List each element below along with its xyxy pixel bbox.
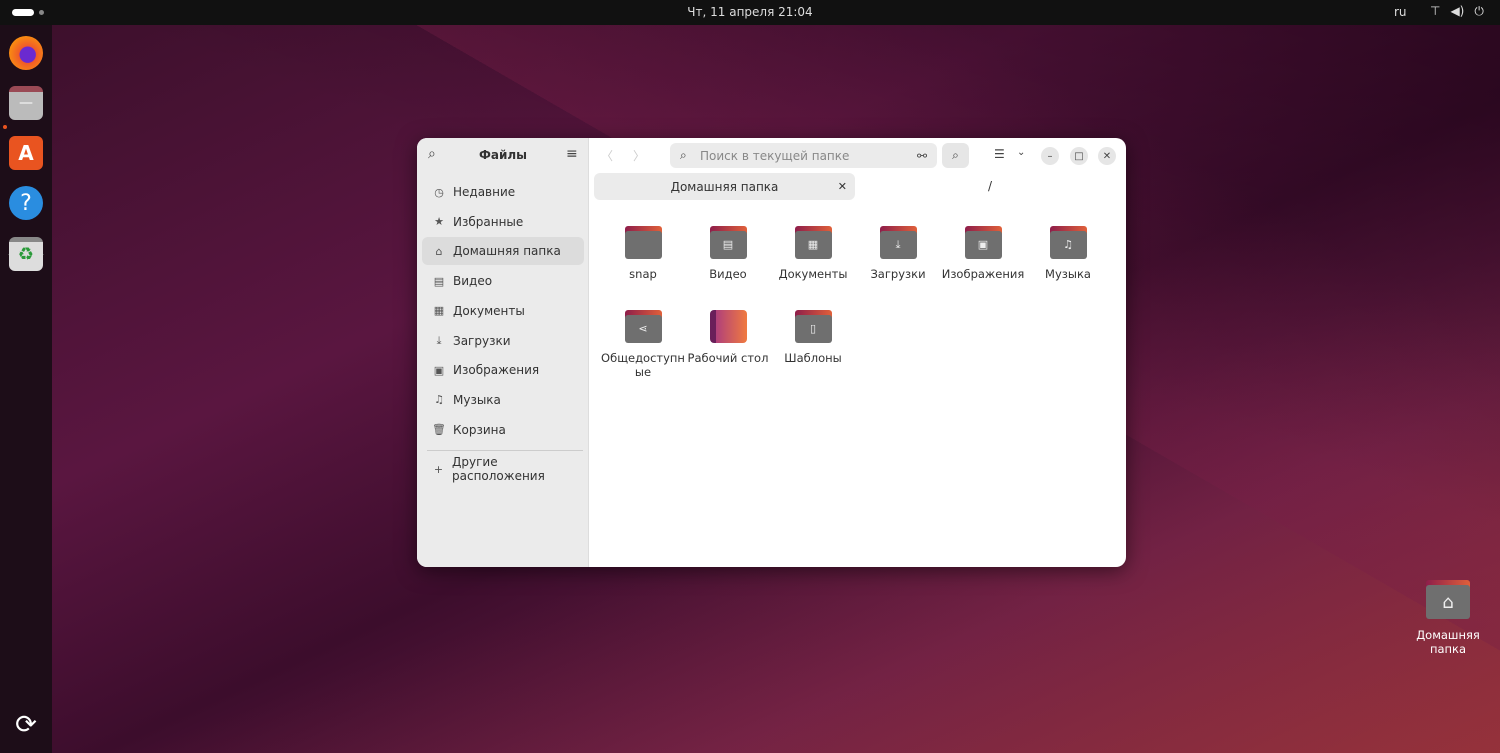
close-button[interactable]: ✕	[1098, 147, 1116, 165]
files-window: ⌕ Файлы ≡ ◷ Недавние ★ Избранные ⌂ Домашняя п…	[417, 138, 1126, 567]
filter-icon[interactable]: ⚯	[917, 149, 927, 163]
search-input[interactable]: ⌕ Поиск в текущей папке ⚯	[670, 143, 937, 168]
folder-icon: ▦	[794, 226, 832, 259]
forward-button[interactable]: 〉	[633, 147, 645, 164]
sidebar-item-download[interactable]: ⤓ Загрузки	[422, 327, 584, 355]
folder-search-icon: ⌕	[680, 148, 687, 162]
plus-icon: +	[433, 462, 444, 476]
sidebar-item-label: Документы	[453, 303, 525, 318]
tab-label: Домашняя папка	[670, 179, 779, 194]
home-icon: ⌂	[435, 244, 443, 258]
film-icon: ▤	[433, 274, 445, 288]
folder-item[interactable]: ▣ Изображения	[941, 226, 1025, 281]
running-indicator	[3, 125, 7, 129]
folder-name: Рабочий стол	[687, 351, 769, 365]
music-icon: ♫	[434, 393, 444, 407]
sidebar-item-label: Недавние	[453, 185, 516, 199]
help-icon[interactable]: ?	[9, 186, 43, 220]
folder-icon: ⋖	[624, 310, 662, 343]
folder-name: snap	[629, 267, 657, 281]
list-view-icon[interactable]: ☰	[994, 147, 1005, 161]
trash-icon[interactable]: ♻	[9, 237, 43, 271]
sidebar-item-document[interactable]: ▦ Документы	[422, 297, 584, 325]
folder-icon	[709, 310, 747, 343]
search-everywhere-button[interactable]: ⌕	[942, 143, 969, 168]
minimize-button[interactable]: –	[1041, 147, 1059, 165]
maximize-button[interactable]: □	[1070, 147, 1088, 165]
folder-icon: ▤	[709, 226, 747, 259]
folder-item[interactable]: ▤ Видео	[686, 226, 770, 281]
folder-icon: ▯	[794, 310, 832, 343]
sidebar-item-label: Изображения	[453, 363, 540, 378]
star-icon: ★	[434, 215, 444, 229]
sidebar-item-label: Избранные	[453, 214, 524, 229]
path-label: /	[988, 179, 993, 193]
files-icon[interactable]: —	[9, 86, 43, 120]
firefox-icon[interactable]	[9, 36, 43, 70]
folder-item[interactable]: ▯ Шаблоны	[771, 310, 855, 365]
folder-item[interactable]: ⤓ Загрузки	[856, 226, 940, 281]
folder-icon: ♫	[1049, 226, 1087, 259]
folder-name: Документы	[778, 267, 848, 281]
show-apps-icon[interactable]: ⟳	[9, 708, 43, 742]
folder-name: Видео	[709, 267, 747, 281]
sidebar-item-label: Домашняя папка	[453, 244, 561, 259]
view-options-chevron-icon[interactable]: ⌄	[1017, 147, 1025, 158]
sidebar-item-star[interactable]: ★ Избранные	[422, 208, 584, 236]
volume-icon[interactable]: ◀)	[1450, 4, 1464, 19]
sidebar: ⌕ Файлы ≡ ◷ Недавние ★ Избранные ⌂ Домашняя п…	[417, 138, 589, 567]
tab-home[interactable]: Домашняя папка ✕	[594, 173, 855, 200]
sidebar-item-label: Видео	[453, 274, 493, 289]
app-title: Файлы	[478, 148, 528, 162]
desktop-icon-label: Домашняя папка	[1416, 628, 1480, 656]
dock: — A ? ♻ ⟳	[0, 25, 52, 753]
clock-icon: ◷	[434, 185, 444, 199]
power-icon[interactable]: ⏻	[1474, 4, 1484, 19]
folder-item[interactable]: ♫ Музыка	[1026, 226, 1110, 281]
download-icon: ⤓	[436, 333, 442, 347]
folder-item[interactable]: snap	[601, 226, 685, 281]
system-tray[interactable]: ⊤ ◀) ⏻	[1430, 4, 1484, 19]
close-tab-icon[interactable]: ✕	[838, 180, 847, 193]
folder-icon: ⤓	[879, 226, 917, 259]
search-placeholder: Поиск в текущей папке	[700, 148, 850, 163]
folder-name: Музыка	[1045, 267, 1091, 281]
clock[interactable]: Чт, 11 апреля 21:04	[0, 5, 1500, 19]
desktop-home-folder[interactable]: ⌂ Домашняя папка	[1400, 580, 1496, 656]
sidebar-item-trash[interactable]: 🗑 Корзина	[422, 416, 584, 444]
folder-name: Шаблоны	[784, 351, 842, 365]
network-icon[interactable]: ⊤	[1430, 4, 1440, 19]
image-icon: ▣	[433, 363, 445, 377]
app-center-icon[interactable]: A	[9, 136, 43, 170]
folder-name: Общедоступные	[601, 351, 685, 379]
main-pane: 〈 〉 ⌕ Поиск в текущей папке ⚯ ⌕ ☰ ⌄ – □ …	[589, 138, 1126, 567]
keyboard-layout[interactable]: ru	[1394, 5, 1407, 19]
sidebar-item-label: Загрузки	[453, 333, 511, 348]
menu-icon[interactable]: ≡	[566, 146, 578, 162]
back-button[interactable]: 〈	[601, 147, 613, 164]
sidebar-item-image[interactable]: ▣ Изображения	[422, 356, 584, 384]
sidebar-item-music[interactable]: ♫ Музыка	[422, 386, 584, 414]
sidebar-item-clock[interactable]: ◷ Недавние	[422, 178, 584, 206]
sidebar-item-home[interactable]: ⌂ Домашняя папка	[422, 237, 584, 266]
folder-name: Загрузки	[870, 267, 926, 281]
sidebar-item-label: Корзина	[453, 422, 506, 437]
folder-name: Изображения	[941, 267, 1025, 281]
folder-icon: ▣	[964, 226, 1002, 259]
home-icon: ⌂	[1426, 585, 1470, 619]
folder-item[interactable]: ▦ Документы	[771, 226, 855, 281]
sidebar-divider	[427, 450, 583, 451]
folder-item[interactable]: ⋖ Общедоступные	[601, 310, 685, 379]
folder-icon	[624, 226, 662, 259]
document-icon: ▦	[433, 304, 445, 318]
top-bar: Чт, 11 апреля 21:04 ru ⊤ ◀) ⏻	[0, 0, 1500, 25]
sidebar-item-label: Музыка	[453, 392, 501, 407]
trash-icon: 🗑	[432, 423, 446, 437]
sidebar-item-label: Другие расположения	[452, 455, 545, 483]
sidebar-item-other-locations[interactable]: + Другие расположения	[422, 455, 584, 483]
folder-item[interactable]: Рабочий стол	[686, 310, 770, 365]
sidebar-item-film[interactable]: ▤ Видео	[422, 267, 584, 295]
